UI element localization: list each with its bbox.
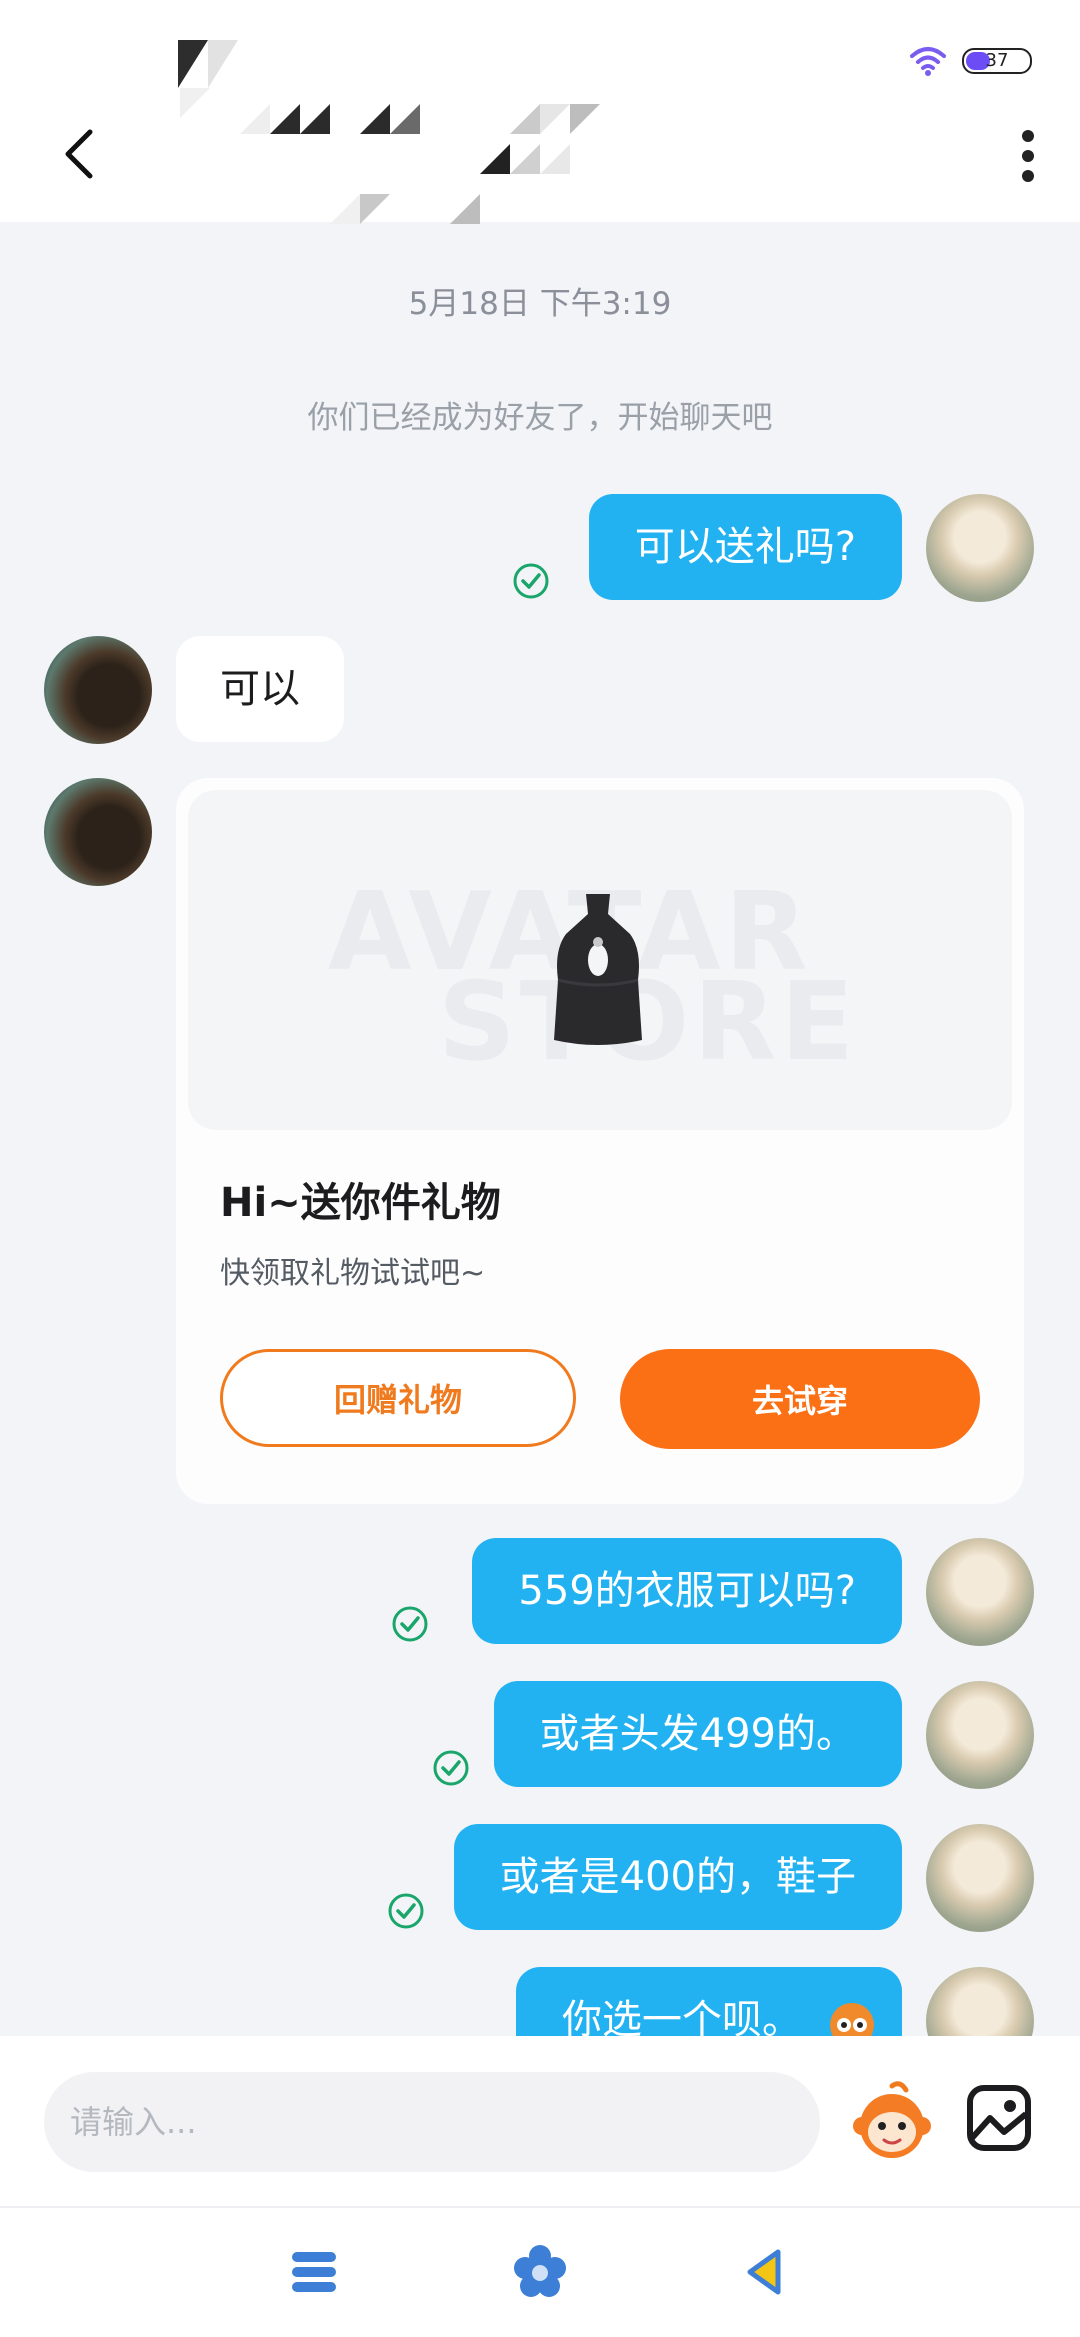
my-avatar[interactable] (926, 494, 1034, 602)
contact-avatar[interactable] (44, 636, 152, 744)
my-avatar[interactable] (926, 1681, 1034, 1789)
try-on-button[interactable]: 去试穿 (620, 1349, 980, 1449)
read-check-icon (513, 563, 549, 599)
more-options-icon[interactable] (1016, 128, 1040, 184)
read-check-icon (433, 1750, 469, 1786)
message-input[interactable]: 请输入... (44, 2072, 820, 2172)
halter-top-clothing-icon (554, 894, 642, 1045)
gift-subtitle: 快领取礼物试试吧~ (220, 1256, 486, 1291)
status-bar: 37 (908, 44, 1032, 78)
battery-level: 37 (985, 50, 1009, 71)
chat-header: 37 (0, 0, 1080, 224)
wifi-icon (910, 47, 946, 76)
sticker-monkey-icon[interactable] (850, 2080, 934, 2164)
my-avatar[interactable] (926, 1824, 1034, 1932)
recent-apps-icon[interactable] (284, 2242, 344, 2302)
gift-preview-image: AVATAR STORE (188, 790, 1012, 1130)
system-navigation-bar (0, 2206, 1080, 2337)
read-check-icon (392, 1606, 428, 1642)
system-message: 你们已经成为好友了，开始聊天吧 (307, 400, 773, 436)
outgoing-message[interactable]: 559的衣服可以吗? (472, 1538, 902, 1644)
return-gift-button[interactable]: 回赠礼物 (220, 1349, 576, 1447)
image-picker-icon[interactable] (964, 2080, 1034, 2156)
gift-card[interactable]: AVATAR STORE Hi~送你件礼物 快领取礼物试试吧~ 回赠礼物 去试穿 (176, 778, 1024, 1504)
back-arrow-icon[interactable] (60, 128, 100, 180)
battery-indicator: 37 (962, 48, 1032, 74)
outgoing-message[interactable]: 或者头发499的。 (493, 1681, 902, 1787)
home-flower-icon[interactable] (510, 2242, 570, 2302)
my-avatar[interactable] (926, 1538, 1034, 1646)
gift-title: Hi~送你件礼物 (220, 1180, 501, 1226)
outgoing-message[interactable]: 或者是400的，鞋子 (453, 1824, 902, 1930)
back-triangle-icon[interactable] (736, 2242, 796, 2302)
incoming-message[interactable]: 可以 (176, 636, 344, 742)
contact-avatar[interactable] (44, 778, 152, 886)
outgoing-message[interactable]: 可以送礼吗? (588, 494, 902, 600)
chat-timestamp: 5月18日 下午3:19 (408, 286, 672, 322)
message-input-bar: 请输入... (0, 2036, 1080, 2206)
read-check-icon (388, 1893, 424, 1929)
redacted-contact-name (178, 40, 600, 224)
